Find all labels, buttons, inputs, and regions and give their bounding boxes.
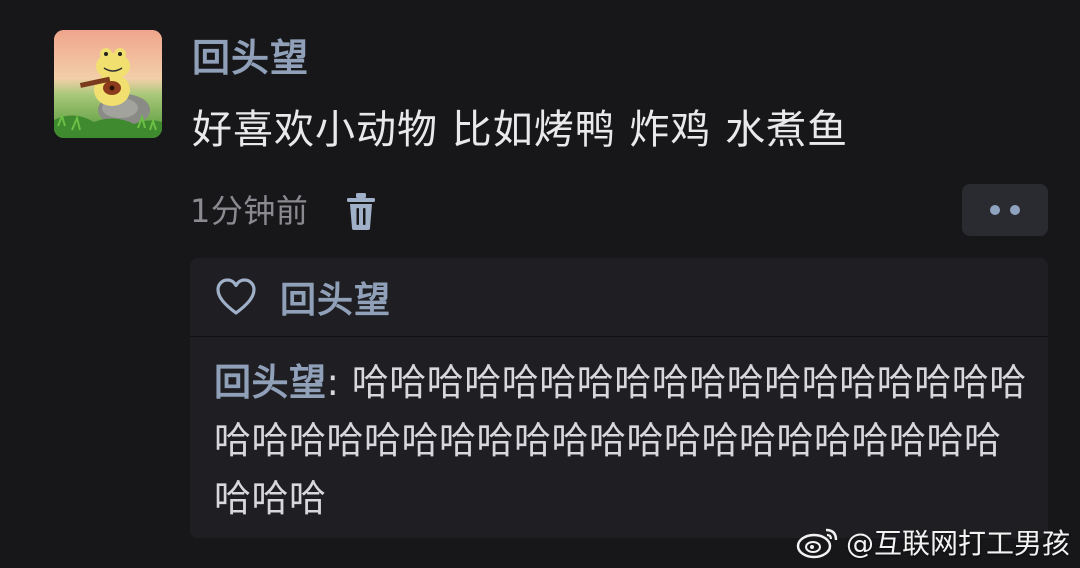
watermark-text: @互联网打工男孩: [846, 527, 1071, 560]
frog-guitar-avatar-icon: [54, 30, 162, 138]
more-dots-icon: [1010, 205, 1020, 215]
trash-icon[interactable]: [344, 191, 378, 231]
reply-text-block: 回头望: 哈哈哈哈哈哈哈哈哈哈哈哈哈哈哈哈哈哈哈哈哈哈哈哈哈哈哈哈哈哈哈哈哈哈哈…: [214, 354, 1034, 528]
watermark: @互联网打工男孩: [796, 520, 1070, 564]
reply-card: 回头望 回头望: 哈哈哈哈哈哈哈哈哈哈哈哈哈哈哈哈哈哈哈哈哈哈哈哈哈哈哈哈哈哈哈…: [190, 258, 1048, 538]
heart-outline-icon[interactable]: [214, 277, 258, 317]
reply-author[interactable]: 回头望: [214, 361, 327, 404]
comment-text: 好喜欢小动物 比如烤鸭 炸鸡 水煮鱼: [192, 107, 849, 153]
likes-row: 回头望: [190, 258, 1048, 337]
comment-meta: 1分钟前: [190, 188, 378, 234]
timestamp: 1分钟前: [190, 192, 309, 230]
comment-screen: 回头望 好喜欢小动物 比如烤鸭 炸鸡 水煮鱼 1分钟前 回头望 回头望: 哈哈哈…: [0, 0, 1080, 568]
username[interactable]: 回头望: [192, 34, 309, 82]
more-button[interactable]: [962, 184, 1048, 236]
more-dots-icon: [990, 205, 1000, 215]
weibo-logo-icon: [796, 524, 840, 560]
liker-name[interactable]: 回头望: [280, 271, 391, 323]
reply-separator: :: [326, 361, 352, 404]
avatar[interactable]: [54, 30, 162, 138]
